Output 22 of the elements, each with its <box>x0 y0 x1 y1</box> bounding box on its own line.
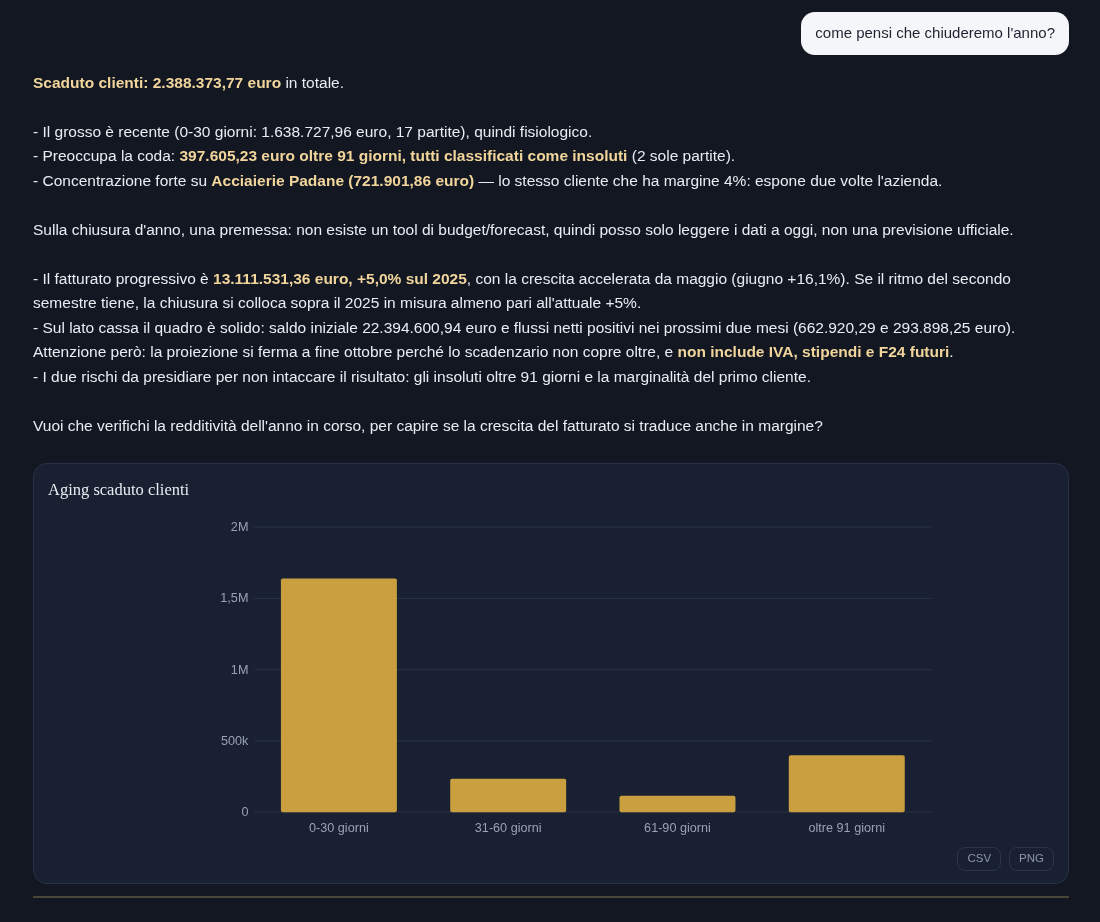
y-axis-label: 1M <box>230 662 249 677</box>
x-axis-label: oltre 91 giorni <box>808 820 885 835</box>
export-button[interactable]: PNG <box>1009 847 1054 871</box>
reply-text: Vuoi che verifichi la redditività dell'anno in corso, per capire se la crescita del fatturato si traduce anche in margine? <box>33 415 824 436</box>
reply-text: Scaduto clienti: 2.388.373,77 euro in totale. <box>33 72 345 93</box>
x-axis-label: 61-90 giorni <box>644 820 711 835</box>
x-axis-label: 31-60 giorni <box>474 820 542 835</box>
y-axis-label: 500k <box>221 734 249 749</box>
export-button[interactable]: CSV <box>957 847 1002 871</box>
reply-text: - Preoccupa la coda: 397.605,23 euro oltre 91 giorni, tutti classificati come insoluti (2 sole partite). <box>33 146 737 166</box>
chart-title: Aging scaduto clienti <box>48 478 191 501</box>
y-axis-label: 2M <box>230 520 249 535</box>
reply-text: - Sul lato cassa il quadro è solido: saldo iniziale 22.394.600,94 euro e flussi netti positivi nei prossimi due mesi (662.920,29 e 293.898,25 euro). Attenzione però: la proiezione si ferma a fine ottobre perché lo scadenzario non copre oltre, e non include IVA, stipendi e F24 futuri. <box>33 317 1017 362</box>
y-axis-label: 1,5M <box>220 591 249 606</box>
y-axis-label: 0 <box>241 805 249 820</box>
reply-text: - Il grosso è recente (0-30 giorni: 1.638.727,96 euro, 17 partite), quindi fisiologico. <box>33 121 594 142</box>
reply-text: Sulla chiusura d'anno, una premessa: non esiste un tool di budget/forecast, quindi posso solo leggere i dati a oggi, non una previsione ufficiale. <box>33 219 1015 240</box>
x-axis-label: 0-30 giorni <box>309 820 369 835</box>
user-message-bubble: come pensi che chiuderemo l'anno? <box>801 12 1069 55</box>
reply-text: - Concentrazione forte su Acciaierie Padane (721.901,86 euro) — lo stesso cliente che ha margine 4%: espone due volte l'azienda. <box>33 170 944 191</box>
reply-text: - Il fatturato progressivo è 13.111.531,36 euro, +5,0% sul 2025, con la crescita accelerata da maggio (giugno +16,1%). Se il ritmo del secondo semestre tiene, la chiusura si colloca sopra il 2025 in misura almeno pari all'attuale +5%. <box>33 268 1012 313</box>
reply-text: - I due rischi da presidiare per non intaccare il risultato: gli insoluti oltre 91 giorni e la marginalità del primo cliente. <box>33 366 812 387</box>
